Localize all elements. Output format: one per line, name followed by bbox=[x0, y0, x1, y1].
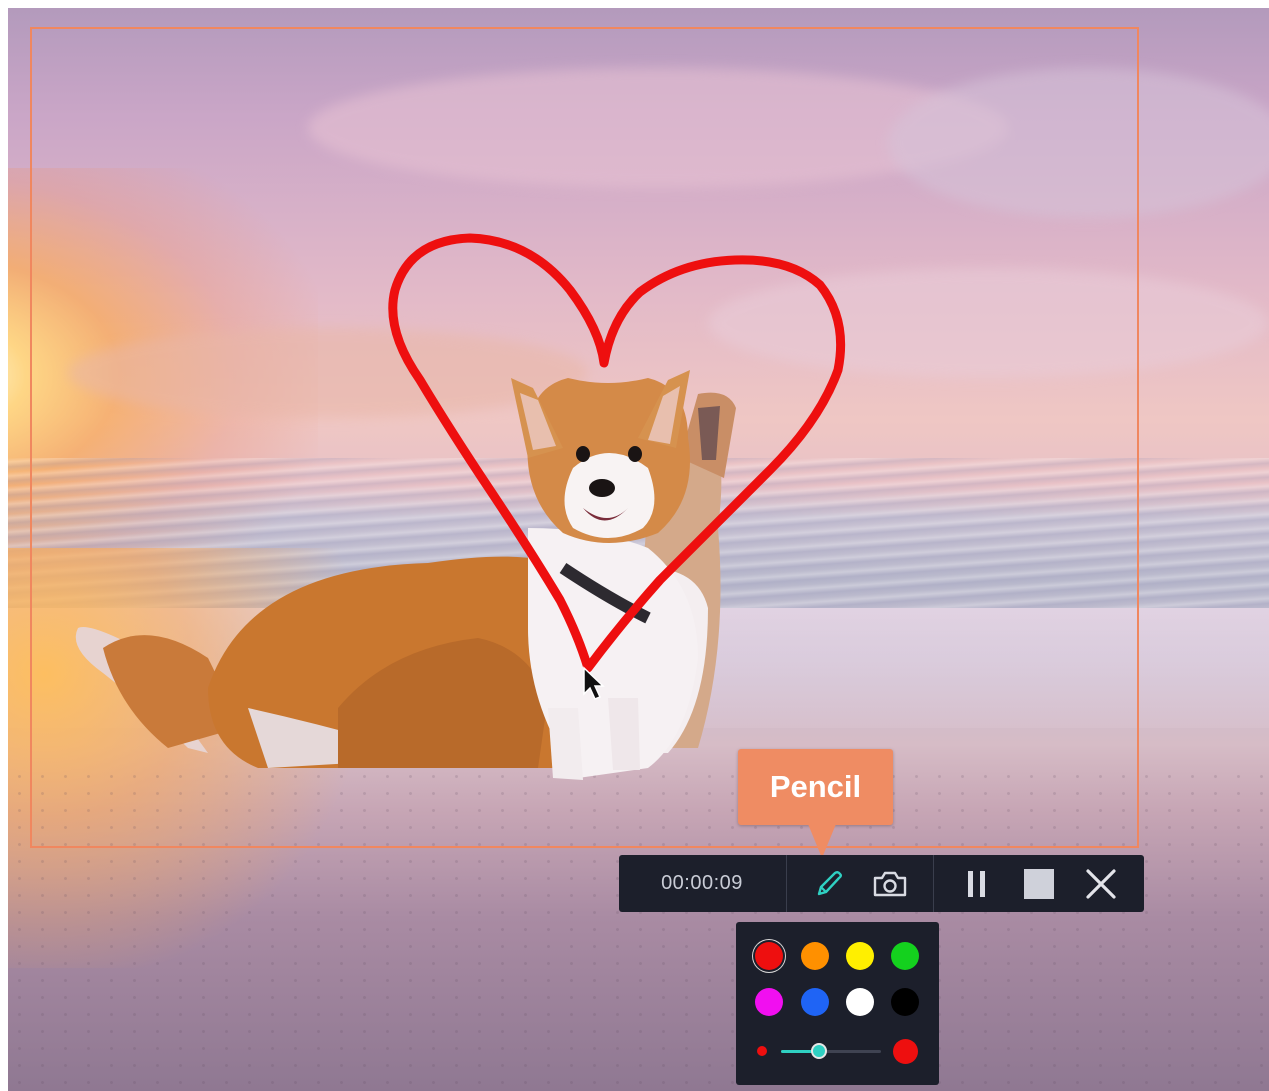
pencil-tooltip: Pencil bbox=[738, 749, 893, 825]
stop-button[interactable] bbox=[1017, 855, 1061, 912]
color-swatch[interactable] bbox=[846, 988, 874, 1016]
screenshot-button[interactable] bbox=[868, 855, 912, 912]
brush-size-slider[interactable] bbox=[781, 1043, 881, 1059]
close-icon bbox=[1086, 868, 1116, 899]
color-swatch[interactable] bbox=[846, 942, 874, 970]
pencil-icon bbox=[817, 870, 842, 895]
capture-area-frame bbox=[30, 27, 1139, 848]
pause-icon bbox=[968, 870, 985, 897]
camera-icon bbox=[873, 871, 907, 896]
brush-size-max-indicator bbox=[893, 1039, 918, 1064]
color-swatch[interactable] bbox=[891, 942, 919, 970]
close-recording-button[interactable] bbox=[1079, 855, 1123, 912]
recording-timer: 00:00:09 bbox=[661, 872, 743, 894]
color-swatch[interactable] bbox=[755, 988, 783, 1016]
color-swatch[interactable] bbox=[891, 988, 919, 1016]
color-swatch[interactable] bbox=[755, 942, 783, 970]
stop-icon bbox=[1024, 868, 1054, 899]
pause-button[interactable] bbox=[955, 855, 999, 912]
toolbar-divider bbox=[786, 855, 787, 912]
color-swatch[interactable] bbox=[801, 988, 829, 1016]
brush-size-slider-thumb[interactable] bbox=[811, 1043, 827, 1059]
tooltip-label: Pencil bbox=[769, 769, 862, 804]
recording-toolbar: 00:00:09 bbox=[619, 855, 1144, 912]
toolbar-divider bbox=[933, 855, 934, 912]
tooltip-pointer bbox=[808, 824, 836, 858]
brush-size-min-indicator bbox=[757, 1046, 767, 1056]
color-swatch[interactable] bbox=[801, 942, 829, 970]
pencil-button[interactable] bbox=[807, 855, 851, 912]
